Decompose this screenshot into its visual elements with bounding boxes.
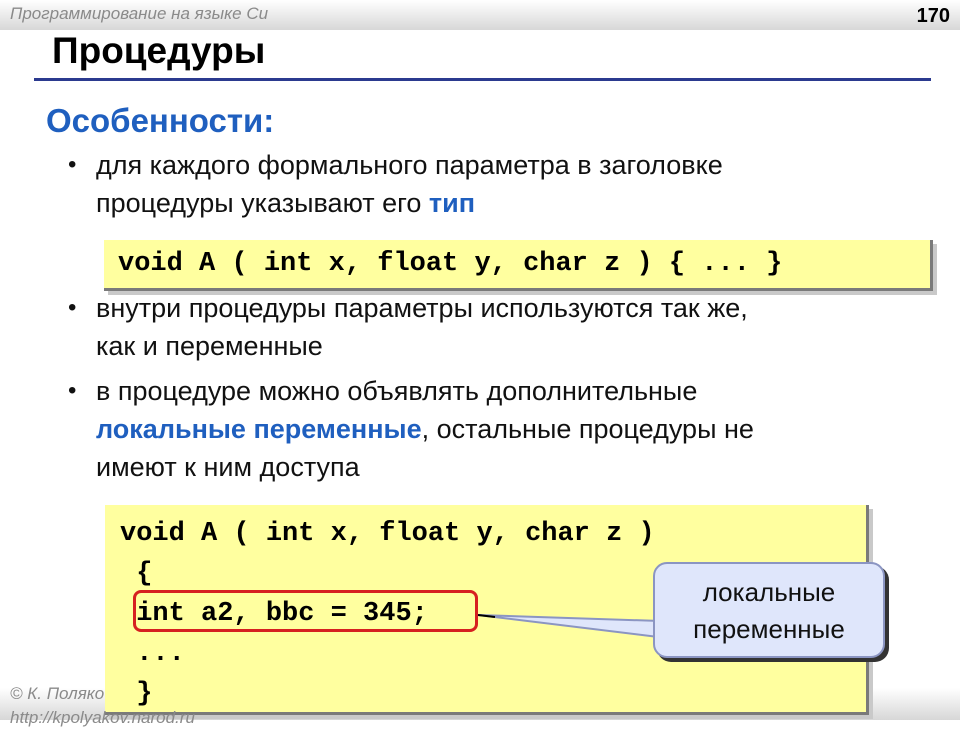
footer-credits: © К. Поляко http://kpolyakov.narod.ru — [10, 682, 195, 730]
callout-line-2: переменные — [693, 614, 845, 644]
footer-url: http://kpolyakov.narod.ru — [10, 708, 195, 727]
callout-local-variables: локальные переменные — [653, 562, 885, 658]
footer-author: © К. Поляко — [10, 684, 105, 703]
callout-line-1: локальные — [702, 577, 836, 607]
